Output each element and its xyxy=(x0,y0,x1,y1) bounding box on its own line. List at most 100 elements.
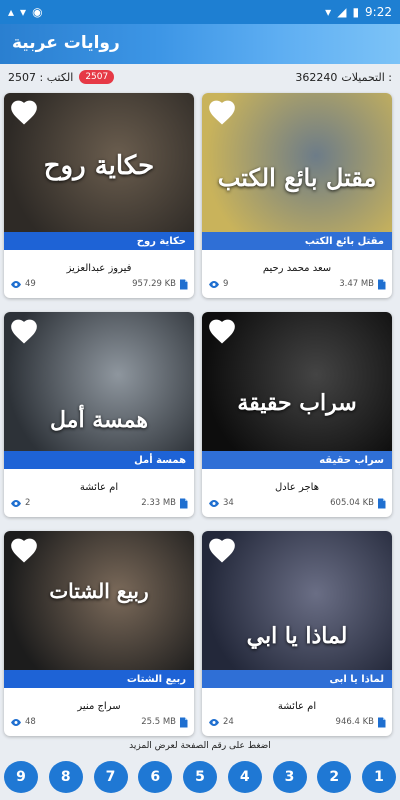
favorite-heart-icon[interactable] xyxy=(208,537,236,563)
book-cover[interactable]: حكاية روح حكاية روح xyxy=(4,93,194,250)
page-button[interactable]: 5 xyxy=(183,761,217,793)
wifi-icon: ▾ xyxy=(325,5,332,19)
book-meta: 34 605.04 KB xyxy=(208,496,386,510)
book-title: لماذا يا ابى xyxy=(329,673,384,685)
book-author: ام عائشة xyxy=(79,482,119,493)
download-icon: ▾ xyxy=(20,5,27,19)
file-icon xyxy=(378,279,386,289)
book-cover[interactable]: سراب حقيقة سراب حقيقه xyxy=(202,312,392,469)
book-card[interactable]: لماذا يا ابي لماذا يا ابى ام عائشة 24 94… xyxy=(202,531,392,736)
book-card[interactable]: حكاية روح حكاية روح فيروز عبدالعزيز 49 9… xyxy=(4,93,194,298)
page-button[interactable]: 3 xyxy=(272,761,307,793)
book-views: 2 xyxy=(10,498,30,508)
page-button[interactable]: 1 xyxy=(362,761,396,793)
file-icon xyxy=(180,498,188,508)
eye-icon xyxy=(209,280,219,288)
book-size-value: 3.47 MB xyxy=(339,279,374,289)
book-size: 3.47 MB xyxy=(339,279,386,290)
book-author: فيروز عبدالعزيز xyxy=(66,263,132,274)
book-size: 2.33 MB xyxy=(141,498,188,509)
book-title-band: لماذا يا ابى xyxy=(202,670,392,688)
book-meta: 49 957.29 KB xyxy=(10,277,188,291)
book-cover[interactable]: لماذا يا ابي لماذا يا ابى xyxy=(202,531,392,688)
book-views: 49 xyxy=(10,279,36,289)
signal-icon: ◢ xyxy=(337,5,347,19)
book-cover-title: ربيع الشتات xyxy=(49,579,149,603)
pager: 987654321 xyxy=(4,761,396,793)
book-views-count: 24 xyxy=(223,717,234,727)
page-button[interactable]: 8 xyxy=(48,761,83,793)
eye-icon xyxy=(11,499,21,507)
book-views-count: 9 xyxy=(223,279,229,289)
book-title: همسة أمل xyxy=(134,454,186,466)
favorite-heart-icon[interactable] xyxy=(10,537,38,563)
book-cover[interactable]: مقتل بائع الكتب مقتل بائع الكتب xyxy=(202,93,392,250)
book-author: هاجر عادل xyxy=(275,482,319,493)
page-button[interactable]: 7 xyxy=(93,761,128,793)
eye-icon xyxy=(209,499,219,507)
eye-icon xyxy=(209,718,219,726)
eye-icon xyxy=(11,718,21,726)
status-time: 9:22 xyxy=(365,5,392,19)
book-cover-title: لماذا يا ابي xyxy=(246,623,348,649)
books-grid: حكاية روح حكاية روح فيروز عبدالعزيز 49 9… xyxy=(4,93,396,736)
downloads-value: 362240 xyxy=(295,70,338,84)
book-views-count: 2 xyxy=(25,498,31,508)
book-cover-title: حكاية روح xyxy=(43,151,155,181)
book-size: 605.04 KB xyxy=(330,498,386,509)
book-cover-title: سراب حقيقة xyxy=(237,390,357,416)
book-author: سعد محمد رحيم xyxy=(262,263,332,274)
book-title: ربيع الشتات xyxy=(126,673,186,685)
book-cover[interactable]: ربيع الشتات ربيع الشتات xyxy=(4,531,194,688)
book-title-band: مقتل بائع الكتب xyxy=(202,232,392,250)
book-views: 34 xyxy=(208,498,234,508)
book-meta: 24 946.4 KB xyxy=(208,715,386,729)
status-bar: ▴ ▾ ◉ ▾ ◢ ▮ 9:22 xyxy=(0,0,400,24)
book-meta: 48 25.5 MB xyxy=(10,715,188,729)
book-author: ام عائشة xyxy=(277,701,317,712)
eye-icon xyxy=(11,280,21,288)
book-size-value: 957.29 KB xyxy=(132,279,176,289)
book-views-count: 49 xyxy=(25,279,36,289)
book-size: 957.29 KB xyxy=(132,279,188,290)
book-title-band: همسة أمل xyxy=(4,451,194,469)
book-title-band: سراب حقيقه xyxy=(202,451,392,469)
page-button[interactable]: 2 xyxy=(317,761,352,793)
book-size-value: 25.5 MB xyxy=(141,717,176,727)
favorite-heart-icon[interactable] xyxy=(208,318,236,344)
app-title: روايات عربية xyxy=(12,33,120,53)
books-label: الكتب : 2507 xyxy=(8,70,74,84)
battery-icon: ▮ xyxy=(352,5,360,19)
book-cover[interactable]: همسة أمل همسة أمل xyxy=(4,312,194,469)
books-badge: 2507 xyxy=(79,70,115,84)
downloads-label: التحميلات : xyxy=(341,70,392,84)
status-left: ▴ ▾ ◉ xyxy=(8,5,43,19)
favorite-heart-icon[interactable] xyxy=(10,99,38,125)
book-title: مقتل بائع الكتب xyxy=(304,235,384,247)
file-icon xyxy=(180,717,188,727)
downloads-count: 362240 التحميلات : xyxy=(295,71,392,84)
book-author: سراج منير xyxy=(77,701,121,712)
favorite-heart-icon[interactable] xyxy=(208,99,236,125)
book-card[interactable]: ربيع الشتات ربيع الشتات سراج منير 48 25.… xyxy=(4,531,194,736)
pager-hint: اضغط على رقم الصفحة لعرض المزيد xyxy=(129,741,271,751)
book-card[interactable]: مقتل بائع الكتب مقتل بائع الكتب سعد محمد… xyxy=(202,93,392,298)
book-views: 9 xyxy=(208,279,228,289)
file-icon xyxy=(378,498,386,508)
book-cover-title: مقتل بائع الكتب xyxy=(217,163,377,192)
book-views-count: 48 xyxy=(25,717,36,727)
book-cover-title: همسة أمل xyxy=(50,407,148,433)
book-title-band: حكاية روح xyxy=(4,232,194,250)
book-size-value: 946.4 KB xyxy=(335,717,374,727)
book-views: 24 xyxy=(208,717,234,727)
favorite-heart-icon[interactable] xyxy=(10,318,38,344)
page-button[interactable]: 4 xyxy=(227,761,262,793)
book-size: 25.5 MB xyxy=(141,717,188,728)
book-views-count: 34 xyxy=(223,498,234,508)
book-views: 48 xyxy=(10,717,36,727)
app-bar: روايات عربية xyxy=(0,24,400,64)
book-card[interactable]: همسة أمل همسة أمل ام عائشة 2 2.33 MB xyxy=(4,312,194,517)
book-card[interactable]: سراب حقيقة سراب حقيقه هاجر عادل 34 605.0… xyxy=(202,312,392,517)
page-button[interactable]: 6 xyxy=(138,761,173,793)
page-button[interactable]: 9 xyxy=(4,761,38,793)
